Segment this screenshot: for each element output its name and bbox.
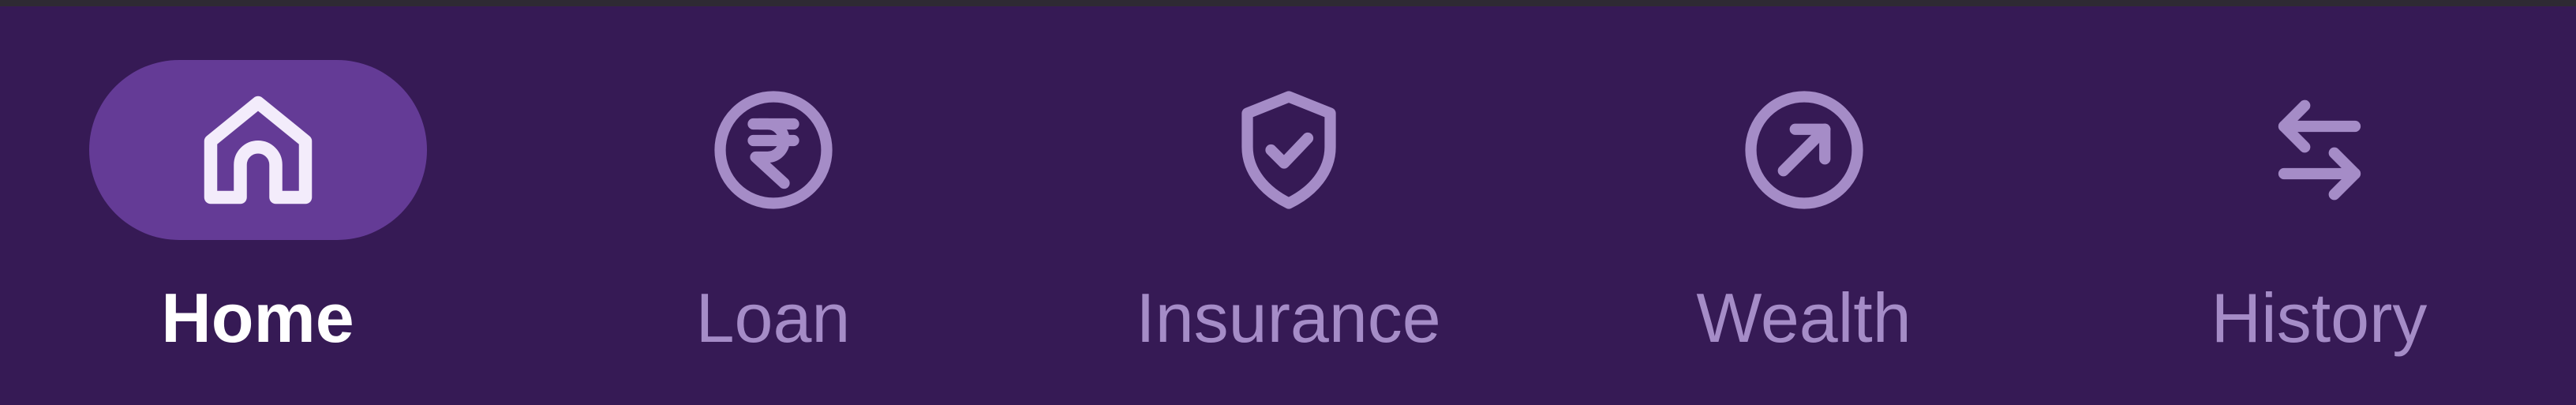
swap-arrows-icon — [2278, 99, 2361, 201]
nav-icon-container — [605, 60, 942, 240]
nav-item-insurance[interactable]: Insurance — [1031, 6, 1546, 405]
shield-check-icon — [1241, 91, 1336, 209]
nav-icon-container — [1120, 60, 1458, 240]
nav-item-loan[interactable]: Loan — [515, 6, 1031, 405]
nav-icon-container — [1635, 60, 1973, 240]
active-indicator-pill — [88, 60, 427, 240]
nav-label-insurance: Insurance — [1136, 279, 1441, 357]
nav-icon-container — [2151, 60, 2488, 240]
nav-item-wealth[interactable]: Wealth — [1546, 6, 2061, 405]
nav-label-wealth: Wealth — [1696, 279, 1911, 357]
nav-label-history: History — [2211, 279, 2428, 357]
app-screen: Home Loan Insurance Wealth History — [0, 0, 2576, 405]
home-icon — [204, 96, 312, 204]
nav-label-loan: Loan — [695, 279, 851, 357]
rupee-circle-icon — [713, 91, 833, 209]
nav-item-home[interactable]: Home — [0, 6, 515, 405]
bottom-navigation-bar: Home Loan Insurance Wealth History — [0, 6, 2576, 405]
arrow-up-right-circle-icon — [1744, 91, 1863, 209]
content-edge — [0, 0, 2576, 6]
nav-label-home: Home — [161, 279, 354, 357]
nav-item-history[interactable]: History — [2061, 6, 2576, 405]
